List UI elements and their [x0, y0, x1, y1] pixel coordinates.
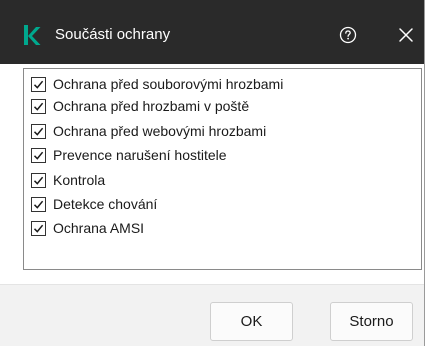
- dialog-title: Součásti ochrany: [55, 26, 171, 43]
- checkbox[interactable]: [31, 98, 46, 114]
- checkmark-icon: [33, 200, 44, 209]
- list-item-behavior-detection[interactable]: Detekce chování: [31, 194, 157, 214]
- cancel-button[interactable]: Storno: [330, 302, 413, 341]
- checkbox[interactable]: [31, 123, 46, 139]
- help-button[interactable]: [334, 21, 362, 49]
- item-label: Ochrana před souborovými hrozbami: [53, 76, 284, 92]
- item-label: Detekce chování: [53, 196, 158, 212]
- item-label: Ochrana AMSI: [53, 220, 145, 236]
- checkmark-icon: [33, 224, 44, 233]
- checkmark-icon: [33, 176, 44, 185]
- list-item-host-intrusion-prevention[interactable]: Prevence narušení hostitele: [31, 145, 227, 165]
- ok-button[interactable]: OK: [210, 302, 293, 341]
- checkbox[interactable]: [31, 196, 46, 212]
- list-item-control[interactable]: Kontrola: [31, 170, 105, 190]
- title-bar: Součásti ochrany: [0, 0, 424, 64]
- help-circle-icon: [339, 26, 357, 44]
- item-label: Prevence narušení hostitele: [53, 147, 227, 163]
- item-label: Kontrola: [53, 172, 106, 188]
- checkmark-icon: [33, 80, 44, 89]
- checkbox[interactable]: [31, 76, 46, 92]
- checkbox[interactable]: [31, 147, 46, 163]
- components-list: Ochrana před souborovými hrozbami Ochran…: [23, 68, 422, 270]
- checkmark-icon: [33, 151, 44, 160]
- item-label: Ochrana před webovými hrozbami: [53, 123, 267, 139]
- checkmark-icon: [33, 127, 44, 136]
- list-item-file-threat-protection[interactable]: Ochrana před souborovými hrozbami: [31, 74, 283, 94]
- item-label: Ochrana před hrozbami v poště: [53, 98, 250, 114]
- list-item-mail-threat-protection[interactable]: Ochrana před hrozbami v poště: [31, 96, 249, 116]
- close-button[interactable]: [392, 21, 420, 49]
- checkbox[interactable]: [31, 220, 46, 236]
- dialog-footer: OK Storno: [0, 284, 424, 346]
- checkbox[interactable]: [31, 172, 46, 188]
- close-icon: [399, 28, 413, 42]
- protection-components-dialog: Součásti ochrany Ochrana před souborovým…: [0, 0, 425, 346]
- list-item-web-threat-protection[interactable]: Ochrana před webovými hrozbami: [31, 121, 266, 141]
- kaspersky-logo-icon: [24, 25, 41, 45]
- checkmark-icon: [33, 102, 44, 111]
- list-item-amsi-protection[interactable]: Ochrana AMSI: [31, 218, 144, 238]
